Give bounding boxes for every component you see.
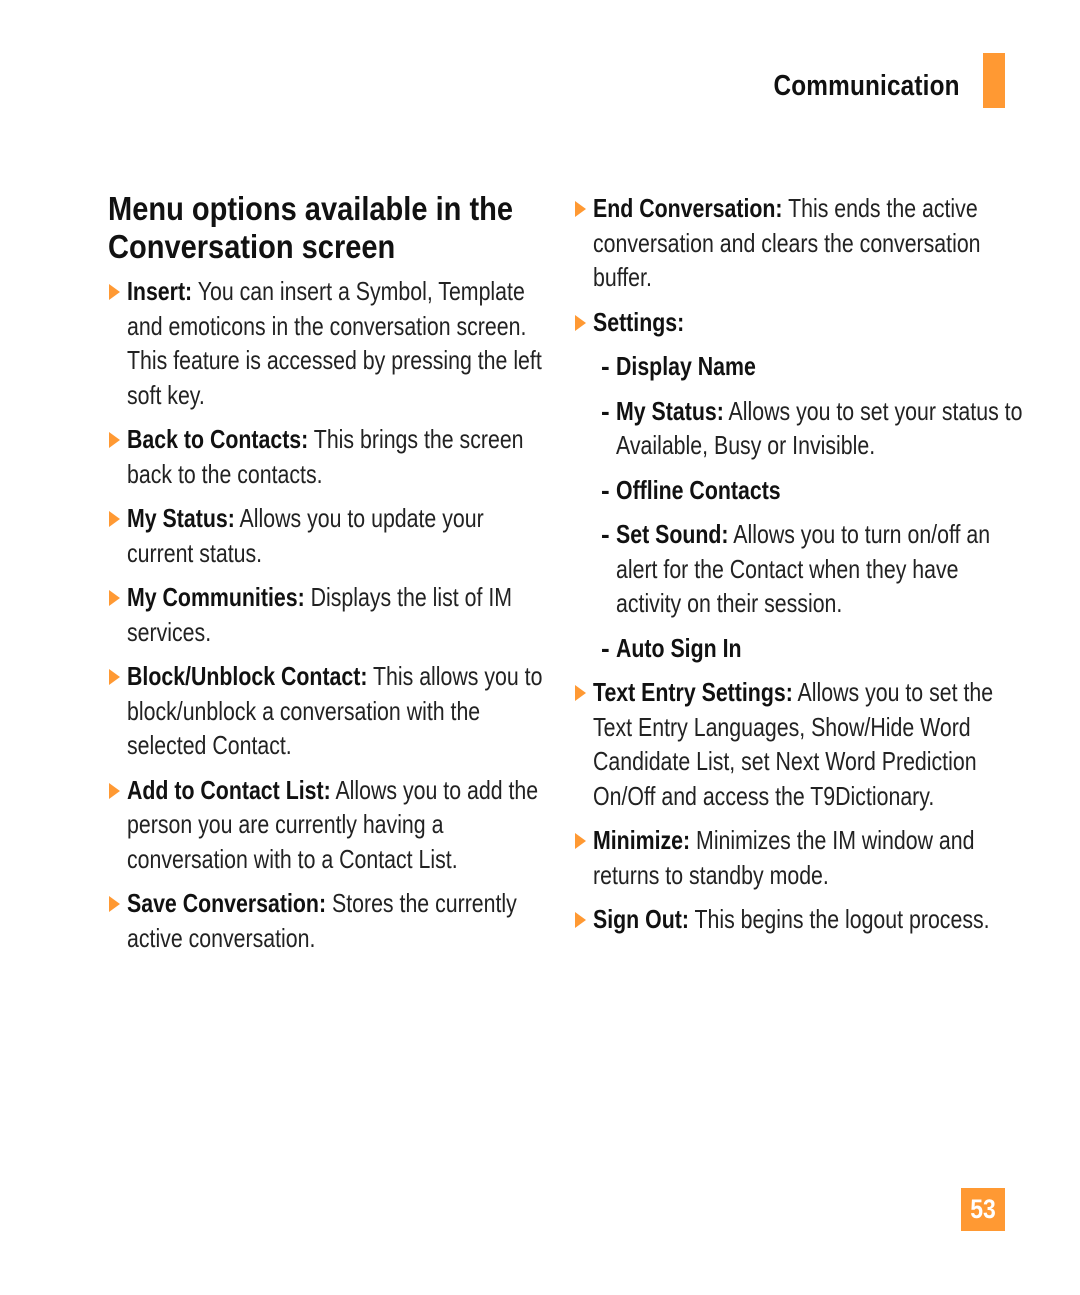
list-item-my-communities: My Communities: Displays the list of IM … xyxy=(108,580,548,649)
item-description: This begins the logout process. xyxy=(688,904,990,934)
left-column: Menu options available in the Conversati… xyxy=(108,190,548,965)
sub-item-display-name: - Display Name xyxy=(574,349,1024,384)
item-term: Block/Unblock Contact: xyxy=(127,661,368,691)
sub-item-term: Set Sound: xyxy=(616,519,729,549)
dash-bullet: - xyxy=(601,351,610,381)
list-item-minimize: Minimize: Minimizes the IM window and re… xyxy=(574,823,1024,892)
item-term: Minimize: xyxy=(593,825,691,855)
bullet-arrow-icon xyxy=(109,284,120,300)
item-term: Back to Contacts: xyxy=(127,424,309,454)
bullet-arrow-icon xyxy=(575,314,586,331)
page-title: Menu options available in the Conversati… xyxy=(108,190,514,265)
right-column: End Conversation: This ends the active c… xyxy=(574,191,1024,947)
list-item-insert: Insert: You can insert a Symbol, Templat… xyxy=(108,274,548,412)
list-item-back-to-contacts: Back to Contacts: This brings the screen… xyxy=(108,422,548,491)
bullet-arrow-icon xyxy=(109,590,120,606)
bullet-arrow-icon xyxy=(109,511,120,527)
page-number-badge: 53 xyxy=(961,1188,1005,1231)
list-item-settings: Settings: xyxy=(574,305,1024,340)
dash-bullet: - xyxy=(601,474,610,505)
bullet-arrow-icon xyxy=(109,669,120,685)
list-item-my-status: My Status: Allows you to update your cur… xyxy=(108,501,548,570)
bullet-arrow-icon xyxy=(575,912,586,928)
item-term: Settings: xyxy=(593,306,685,337)
sub-item-offline-contacts: - Offline Contacts xyxy=(574,473,1024,508)
list-item-text-entry-settings: Text Entry Settings: Allows you to set t… xyxy=(574,675,1024,813)
bullet-arrow-icon xyxy=(575,201,586,217)
list-item-sign-out: Sign Out: This begins the logout process… xyxy=(574,902,1024,937)
item-term: My Status: xyxy=(127,503,235,533)
sub-item-set-sound: - Set Sound: Allows you to turn on/off a… xyxy=(574,517,1024,621)
bullet-arrow-icon xyxy=(109,896,120,912)
sub-item-auto-sign-in: - Auto Sign In xyxy=(574,631,1024,666)
bullet-arrow-icon xyxy=(109,782,120,799)
section-tab-marker xyxy=(983,53,1005,108)
item-term: Text Entry Settings: xyxy=(593,677,793,707)
item-term: My Communities: xyxy=(127,582,305,612)
sub-item-term: Display Name xyxy=(616,351,756,381)
sub-item-term: Auto Sign In xyxy=(616,632,742,663)
bullet-arrow-icon xyxy=(575,833,586,849)
dash-bullet: - xyxy=(601,395,610,426)
bullet-arrow-icon xyxy=(109,432,120,448)
section-title: Communication xyxy=(773,70,960,102)
item-term: Add to Contact List: xyxy=(127,774,331,805)
dash-bullet: - xyxy=(601,519,610,549)
page-number: 53 xyxy=(970,1194,996,1224)
item-term: Insert: xyxy=(127,276,193,306)
sub-item-term: Offline Contacts xyxy=(616,474,781,505)
dash-bullet: - xyxy=(601,632,610,663)
list-item-block-unblock-contact: Block/Unblock Contact: This allows you t… xyxy=(108,659,548,763)
list-item-end-conversation: End Conversation: This ends the active c… xyxy=(574,191,1024,295)
item-term: End Conversation: xyxy=(593,193,783,223)
list-item-save-conversation: Save Conversation: Stores the currently … xyxy=(108,886,548,955)
bullet-arrow-icon xyxy=(575,685,586,701)
item-term: Sign Out: xyxy=(593,904,689,934)
item-term: Save Conversation: xyxy=(127,888,327,918)
sub-item-my-status: - My Status: Allows you to set your stat… xyxy=(574,394,1024,463)
sub-item-term: My Status: xyxy=(616,395,724,426)
list-item-add-to-contact-list: Add to Contact List: Allows you to add t… xyxy=(108,773,548,877)
